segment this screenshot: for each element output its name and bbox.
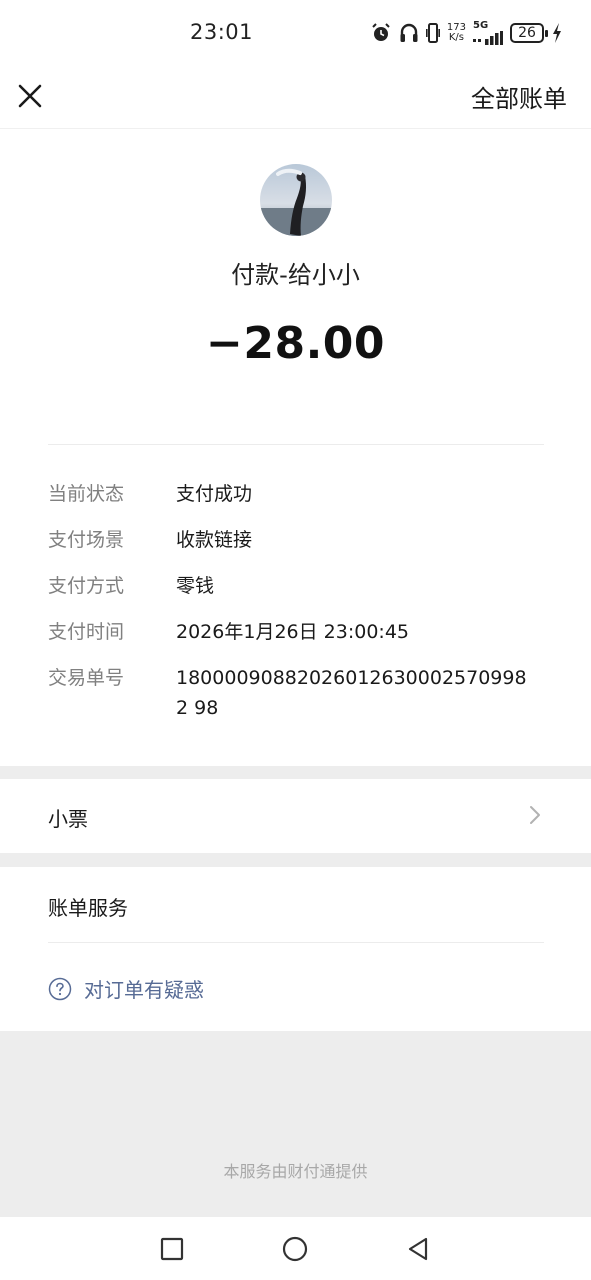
detail-row-time: 支付时间 2026年1月26日 23:00:45: [48, 621, 548, 647]
alarm-icon: [370, 22, 392, 44]
section-separator: [0, 766, 591, 779]
bill-services-title: 账单服务: [48, 896, 128, 920]
net-speed: 173 K/s: [447, 23, 466, 43]
detail-value: 收款链接: [176, 529, 253, 551]
headphones-icon: [399, 22, 419, 44]
payee-name: 付款-给小小: [231, 261, 360, 289]
charging-icon: [551, 22, 563, 44]
net-speed-unit: K/s: [448, 32, 465, 43]
services-divider: [48, 942, 544, 943]
footer-area: [0, 1031, 591, 1217]
question-circle-icon: [48, 977, 72, 1001]
close-icon[interactable]: [16, 82, 44, 110]
detail-row-transaction-id: 交易单号 180000908820260126300025709982 98: [48, 667, 548, 723]
signal-icon: 5G: [473, 21, 503, 45]
status-icons: 173 K/s 5G 26: [370, 20, 563, 46]
detail-value: 支付成功: [176, 483, 253, 505]
detail-label: 支付场景: [48, 529, 125, 551]
detail-value: 零钱: [176, 575, 215, 597]
receipt-row[interactable]: 小票: [0, 779, 591, 853]
receipt-label: 小票: [48, 807, 88, 831]
detail-label: 交易单号: [48, 667, 125, 689]
network-type: 5G: [473, 20, 489, 31]
transaction-id-value[interactable]: 180000908820260126300025709982 98: [176, 663, 536, 723]
vibrate-icon: [425, 22, 440, 44]
detail-list: 当前状态 支付成功 支付场景 收款链接 支付方式 零钱 支付时间 2026年1月…: [48, 483, 548, 743]
order-doubt-link[interactable]: 对订单有疑惑: [48, 974, 204, 1003]
recent-apps-icon[interactable]: [158, 1235, 186, 1263]
detail-row-method: 支付方式 零钱: [48, 575, 548, 601]
status-time: 23:01: [190, 20, 254, 44]
all-bills-link[interactable]: 全部账单: [471, 79, 567, 114]
detail-label: 支付时间: [48, 621, 125, 643]
detail-label: 支付方式: [48, 575, 125, 597]
system-nav-bar: [0, 1217, 591, 1280]
home-icon[interactable]: [281, 1235, 309, 1263]
top-header: 全部账单: [0, 64, 591, 128]
detail-row-scene: 支付场景 收款链接: [48, 529, 548, 555]
avatar: [260, 164, 332, 236]
order-doubt-label: 对订单有疑惑: [84, 978, 204, 1002]
detail-value: 2026年1月26日 23:00:45: [176, 621, 409, 643]
header-divider: [0, 128, 591, 129]
detail-row-status: 当前状态 支付成功: [48, 483, 548, 509]
footer-note: 本服务由财付通提供: [223, 1162, 368, 1181]
detail-label: 当前状态: [48, 483, 125, 505]
status-bar: 23:01 173 K/s 5G 26: [0, 0, 591, 64]
payment-amount: −28.00: [205, 318, 386, 369]
bill-detail-page: 23:01 173 K/s 5G 26 全部账单 付款-给小小 −28.00 当…: [0, 0, 591, 1280]
chevron-right-icon: [527, 804, 543, 826]
section-separator: [0, 853, 591, 867]
battery-icon: 26: [510, 23, 548, 43]
back-icon[interactable]: [404, 1235, 432, 1263]
summary-divider: [48, 444, 544, 445]
